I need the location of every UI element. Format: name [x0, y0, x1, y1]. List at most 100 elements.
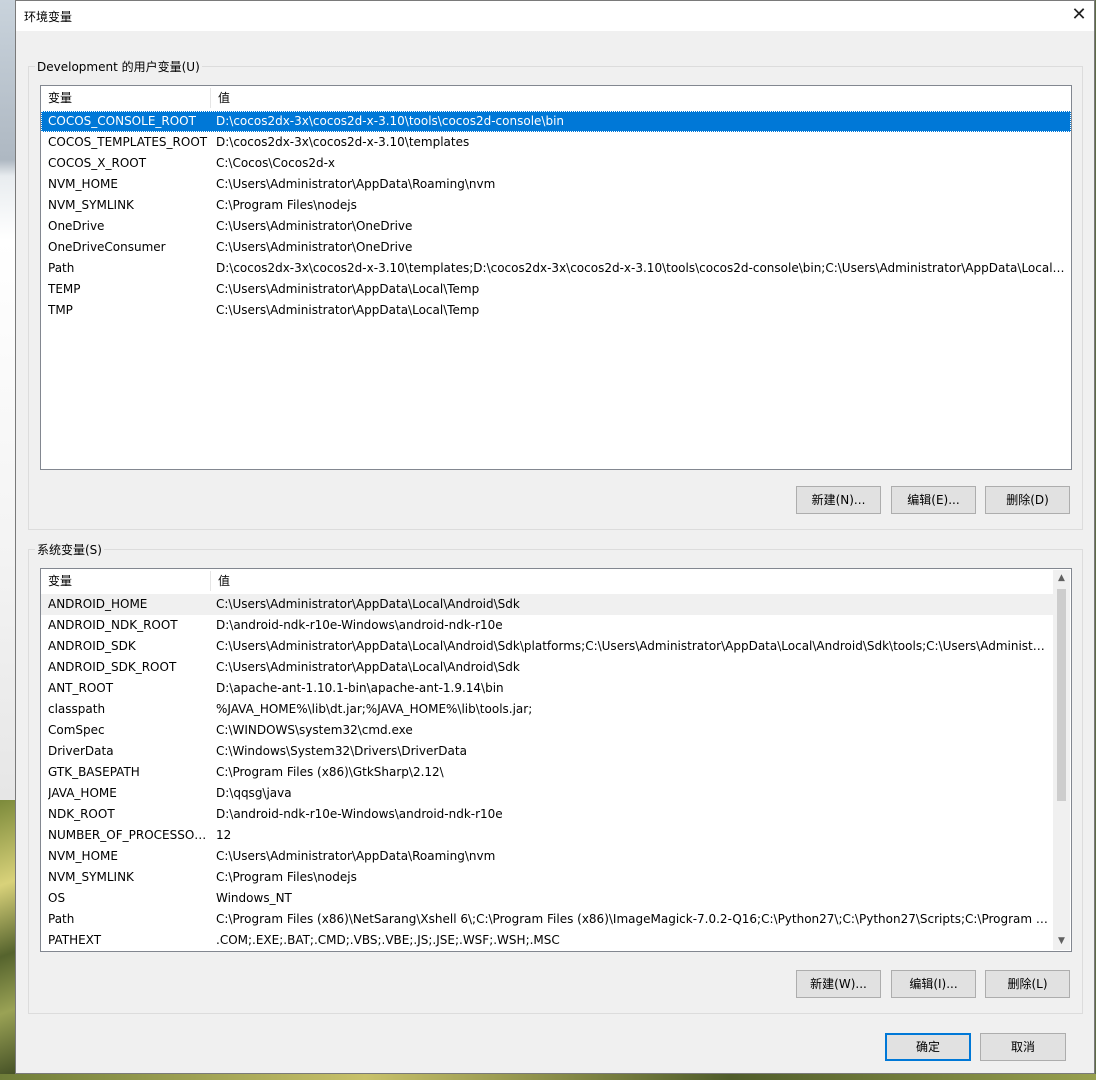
environment-variables-dialog: 环境变量 ✕ Development 的用户变量(U) 变量 值 COCOS_C…: [15, 0, 1095, 1074]
desktop-background: [0, 0, 16, 800]
system-new-button[interactable]: 新建(W)...: [796, 970, 881, 998]
table-row[interactable]: NDK_ROOT D:\android-ndk-r10e-Windows\andr…: [41, 804, 1053, 825]
table-row[interactable]: Path D:\cocos2dx-3x\cocos2d-x-3.10\templa…: [41, 258, 1071, 279]
scrollbar-thumb[interactable]: [1057, 589, 1066, 801]
variable-value: C:\Users\Administrator\AppData\Local\And…: [216, 660, 520, 674]
ok-button[interactable]: 确定: [885, 1033, 971, 1061]
table-row[interactable]: NVM_SYMLINK C:\Program Files\nodejs: [41, 867, 1053, 888]
table-row[interactable]: classpath %JAVA_HOME%\lib\dt.jar;%JAVA_HO…: [41, 699, 1053, 720]
table-row[interactable]: NVM_HOME C:\Users\Administrator\AppData\R…: [41, 846, 1053, 867]
system-delete-button[interactable]: 删除(L): [985, 970, 1070, 998]
variable-name: ANT_ROOT: [48, 681, 114, 695]
table-row[interactable]: TMP C:\Users\Administrator\AppData\Local\…: [41, 300, 1071, 321]
table-row[interactable]: ANDROID_NDK_ROOT D:\android-ndk-r10e-Wind…: [41, 615, 1053, 636]
table-row[interactable]: NVM_HOME C:\Users\Administrator\AppData\R…: [41, 174, 1071, 195]
variable-value: D:\cocos2dx-3x\cocos2d-x-3.10\templates: [216, 135, 470, 149]
variable-value: C:\Program Files\nodejs: [216, 870, 357, 884]
variable-name: classpath: [48, 702, 106, 716]
variable-value: C:\Users\Administrator\OneDrive: [216, 219, 413, 233]
table-row[interactable]: JAVA_HOME D:\qqsg\java: [41, 783, 1053, 804]
system-variables-list[interactable]: 变量 值 ANDROID_HOME C:\Users\Administrator\…: [40, 568, 1072, 952]
table-row[interactable]: NVM_SYMLINK C:\Program Files\nodejs: [41, 195, 1071, 216]
variable-value: C:\Users\Administrator\AppData\Roaming\n…: [216, 177, 496, 191]
system-variables-label: 系统变量(S): [35, 541, 104, 558]
table-row[interactable]: COCOS_X_ROOT C:\Cocos\Cocos2d-x: [41, 153, 1071, 174]
scroll-down-icon[interactable]: ▼: [1053, 933, 1070, 950]
title-bar[interactable]: 环境变量 ✕: [16, 1, 1094, 31]
variable-value: C:\Users\Administrator\AppData\Local\And…: [216, 639, 1048, 653]
variable-value: D:\cocos2dx-3x\cocos2d-x-3.10\tools\coco…: [216, 114, 565, 128]
table-row[interactable]: COCOS_CONSOLE_ROOT D:\cocos2dx-3x\cocos2d…: [41, 111, 1071, 132]
variable-name: ANDROID_SDK_ROOT: [48, 660, 177, 674]
user-header-name[interactable]: 变量: [41, 86, 211, 110]
table-row[interactable]: TEMP C:\Users\Administrator\AppData\Local…: [41, 279, 1071, 300]
variable-name: ANDROID_SDK: [48, 639, 136, 653]
table-row[interactable]: ANDROID_SDK_ROOT C:\Users\Administrator\A…: [41, 657, 1053, 678]
variable-name: GTK_BASEPATH: [48, 765, 140, 779]
close-icon[interactable]: ✕: [1064, 1, 1094, 31]
table-row[interactable]: PATHEXT .COM;.EXE;.BAT;.CMD;.VBS;.VBE;.JS…: [41, 930, 1053, 951]
variable-name: NUMBER_OF_PROCESSORS: [48, 828, 208, 842]
variable-name: TMP: [48, 303, 73, 317]
variable-value: C:\WINDOWS\system32\cmd.exe: [216, 723, 413, 737]
cancel-button[interactable]: 取消: [980, 1033, 1066, 1061]
variable-name: COCOS_TEMPLATES_ROOT: [48, 135, 208, 149]
variable-value: D:\qqsg\java: [216, 786, 292, 800]
variable-value: C:\Users\Administrator\AppData\Local\Tem…: [216, 303, 480, 317]
variable-value: C:\Cocos\Cocos2d-x: [216, 156, 336, 170]
variable-name: ANDROID_HOME: [48, 597, 148, 611]
variable-value: C:\Users\Administrator\AppData\Local\And…: [216, 597, 520, 611]
table-row[interactable]: ComSpec C:\WINDOWS\system32\cmd.exe: [41, 720, 1053, 741]
scroll-up-icon[interactable]: ▲: [1053, 570, 1070, 587]
user-header-value[interactable]: 值: [211, 86, 230, 110]
variable-name: NVM_SYMLINK: [48, 870, 134, 884]
table-row[interactable]: ANDROID_HOME C:\Users\Administrator\AppDa…: [41, 594, 1053, 615]
variable-value: C:\Program Files (x86)\GtkSharp\2.12\: [216, 765, 444, 779]
system-header-name[interactable]: 变量: [41, 569, 211, 593]
variable-name: COCOS_X_ROOT: [48, 156, 147, 170]
table-row[interactable]: Path C:\Program Files (x86)\NetSarang\Xsh…: [41, 909, 1053, 930]
table-row[interactable]: OneDrive C:\Users\Administrator\OneDrive: [41, 216, 1071, 237]
variable-name: Path: [48, 261, 75, 275]
table-row[interactable]: COCOS_TEMPLATES_ROOT D:\cocos2dx-3x\cocos…: [41, 132, 1071, 153]
variable-value: D:\android-ndk-r10e-Windows\android-ndk-…: [216, 618, 503, 632]
variable-value: C:\Program Files\nodejs: [216, 198, 357, 212]
variable-value: Windows_NT: [216, 891, 292, 905]
variable-value: D:\android-ndk-r10e-Windows\android-ndk-…: [216, 807, 503, 821]
system-list-body: ANDROID_HOME C:\Users\Administrator\AppDa…: [41, 594, 1053, 951]
table-row[interactable]: OneDriveConsumer C:\Users\Administrator\O…: [41, 237, 1071, 258]
table-row[interactable]: DriverData C:\Windows\System32\Drivers\Dr…: [41, 741, 1053, 762]
variable-name: ANDROID_NDK_ROOT: [48, 618, 178, 632]
user-delete-button[interactable]: 删除(D): [985, 486, 1070, 514]
desktop-wallpaper: [0, 800, 16, 1080]
variable-name: OneDriveConsumer: [48, 240, 166, 254]
variable-value: .COM;.EXE;.BAT;.CMD;.VBS;.VBE;.JS;.JSE;.…: [216, 933, 560, 947]
variable-value: C:\Users\Administrator\AppData\Roaming\n…: [216, 849, 496, 863]
user-edit-button[interactable]: 编辑(E)...: [891, 486, 976, 514]
variable-name: OS: [48, 891, 66, 905]
system-list-header: 变量 值: [41, 569, 1071, 593]
table-row[interactable]: OS Windows_NT: [41, 888, 1053, 909]
variable-value: %JAVA_HOME%\lib\dt.jar;%JAVA_HOME%\lib\t…: [216, 702, 533, 716]
variable-name: NVM_SYMLINK: [48, 198, 134, 212]
system-header-value[interactable]: 值: [211, 569, 230, 593]
variable-name: NDK_ROOT: [48, 807, 115, 821]
variable-name: DriverData: [48, 744, 114, 758]
variable-value: C:\Users\Administrator\AppData\Local\Tem…: [216, 282, 480, 296]
user-list-header: 变量 值: [41, 86, 1071, 110]
table-row[interactable]: GTK_BASEPATH C:\Program Files (x86)\GtkSh…: [41, 762, 1053, 783]
variable-value: C:\Users\Administrator\OneDrive: [216, 240, 413, 254]
variable-name: JAVA_HOME: [48, 786, 117, 800]
variable-name: Path: [48, 912, 75, 926]
system-edit-button[interactable]: 编辑(I)...: [891, 970, 976, 998]
variable-name: NVM_HOME: [48, 177, 118, 191]
variable-value: C:\Windows\System32\Drivers\DriverData: [216, 744, 467, 758]
table-row[interactable]: NUMBER_OF_PROCESSORS 12: [41, 825, 1053, 846]
user-variables-list[interactable]: 变量 值 COCOS_CONSOLE_ROOT D:\cocos2dx-3x\co…: [40, 85, 1072, 470]
variable-name: TEMP: [48, 282, 81, 296]
table-row[interactable]: ANT_ROOT D:\apache-ant-1.10.1-bin\apache-…: [41, 678, 1053, 699]
table-row[interactable]: ANDROID_SDK C:\Users\Administrator\AppDat…: [41, 636, 1053, 657]
variable-name: ComSpec: [48, 723, 105, 737]
user-new-button[interactable]: 新建(N)...: [796, 486, 881, 514]
system-list-scrollbar[interactable]: ▲ ▼: [1053, 570, 1070, 950]
